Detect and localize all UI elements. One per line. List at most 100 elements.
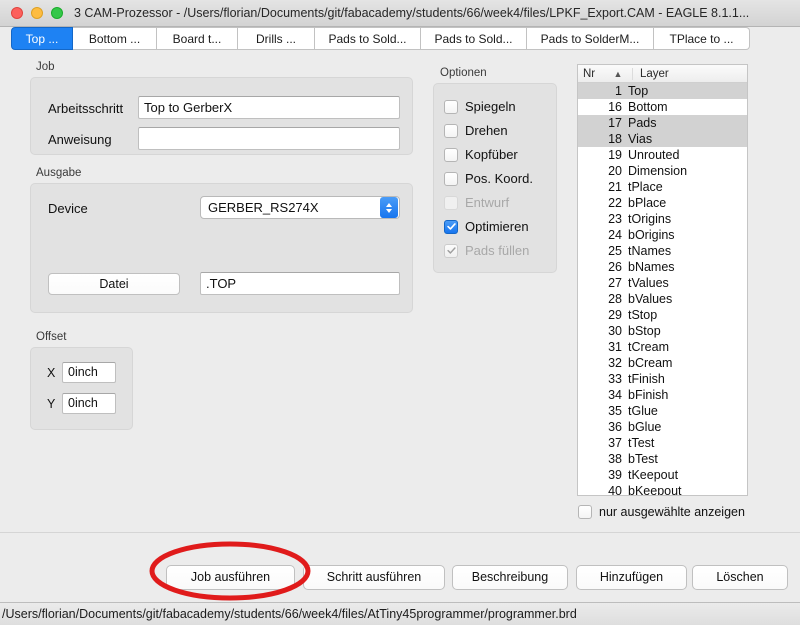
offset-y-input[interactable]: 0inch xyxy=(62,393,116,414)
table-row[interactable]: 18 Vias xyxy=(578,131,747,147)
offset-group-box xyxy=(30,347,133,430)
table-row[interactable]: 34 bFinish xyxy=(578,387,747,403)
tab-top[interactable]: Top ... xyxy=(11,27,73,50)
anweisung-input[interactable] xyxy=(138,127,400,150)
layer-number: 33 xyxy=(608,372,622,386)
chevron-updown-icon[interactable] xyxy=(380,197,398,218)
layer-name: bKeepout xyxy=(628,484,682,496)
table-row[interactable]: 27 tValues xyxy=(578,275,747,291)
statusbar: /Users/florian/Documents/git/fabacademy/… xyxy=(0,602,800,625)
layer-name: bFinish xyxy=(628,388,669,402)
checkbox-kopfueber[interactable]: Kopfüber xyxy=(444,147,518,162)
tab-bar: Top ... Bottom ... Board t... Drills ...… xyxy=(0,27,800,55)
schritt-ausfuehren-button[interactable]: Schritt ausführen xyxy=(303,565,445,590)
layer-number: 38 xyxy=(608,452,622,466)
tab-pads-to-solder-1[interactable]: Pads to Sold... xyxy=(315,27,421,50)
offset-x-input[interactable]: 0inch xyxy=(62,362,116,383)
table-row[interactable]: 20 Dimension xyxy=(578,163,747,179)
checkbox-pads-fuellen: Pads füllen xyxy=(444,243,529,258)
checkbox-spiegeln[interactable]: Spiegeln xyxy=(444,99,516,114)
layer-name: bNames xyxy=(628,260,675,274)
table-row[interactable]: 26 bNames xyxy=(578,259,747,275)
table-row[interactable]: 1 Top xyxy=(578,83,747,99)
checkbox-checked-icon[interactable] xyxy=(444,219,458,234)
loeschen-button[interactable]: Löschen xyxy=(692,565,788,590)
offset-x-label: X xyxy=(47,366,56,380)
checkbox-box-icon[interactable] xyxy=(444,147,458,162)
zoom-icon[interactable] xyxy=(51,7,63,19)
layer-number: 32 xyxy=(608,356,622,370)
table-row[interactable]: 28 bValues xyxy=(578,291,747,307)
window-title: 3 CAM-Prozessor - /Users/florian/Documen… xyxy=(74,6,750,20)
table-row[interactable]: 22 bPlace xyxy=(578,195,747,211)
tab-tplace-to[interactable]: TPlace to ... xyxy=(654,27,750,50)
checkbox-box-icon[interactable] xyxy=(444,171,458,186)
table-row[interactable]: 40 bKeepout xyxy=(578,483,747,496)
sort-ascending-icon[interactable]: ▲ xyxy=(604,69,632,79)
layer-name: Top xyxy=(628,84,649,98)
layer-table-body[interactable]: 1 Top 16 Bottom 17 Pads 18 Vias 19 Unrouted 20 Dime… xyxy=(578,83,747,495)
table-row[interactable]: 33 tFinish xyxy=(578,371,747,387)
table-row[interactable]: 29 tStop xyxy=(578,307,747,323)
table-row[interactable]: 30 bStop xyxy=(578,323,747,339)
layer-name: tTest xyxy=(628,436,655,450)
table-row[interactable]: 37 tTest xyxy=(578,435,747,451)
table-row[interactable]: 35 tGlue xyxy=(578,403,747,419)
layer-number: 28 xyxy=(608,292,622,306)
tab-board-to[interactable]: Board t... xyxy=(157,27,238,50)
arbeitsschritt-input[interactable]: Top to GerberX xyxy=(138,96,400,119)
table-row[interactable]: 21 tPlace xyxy=(578,179,747,195)
checkbox-label: Pos. Koord. xyxy=(465,171,533,186)
table-row[interactable]: 39 tKeepout xyxy=(578,467,747,483)
minimize-icon[interactable] xyxy=(31,7,43,19)
column-header-nr[interactable]: Nr xyxy=(578,68,604,80)
checkbox-pos-koord[interactable]: Pos. Koord. xyxy=(444,171,533,186)
device-select[interactable]: GERBER_RS274X xyxy=(200,196,400,219)
table-row[interactable]: 16 Bottom xyxy=(578,99,747,115)
layer-number: 39 xyxy=(608,468,622,482)
job-group-label: Job xyxy=(36,61,55,73)
table-row[interactable]: 24 bOrigins xyxy=(578,227,747,243)
table-row[interactable]: 38 bTest xyxy=(578,451,747,467)
checkbox-optimieren[interactable]: Optimieren xyxy=(444,219,529,234)
layer-table[interactable]: Nr ▲ Layer 1 Top 16 Bottom 17 Pads 18 Vias 19 Unr… xyxy=(577,64,748,496)
layer-number: 31 xyxy=(608,340,622,354)
checkbox-box-icon[interactable] xyxy=(444,123,458,138)
hinzufuegen-button[interactable]: Hinzufügen xyxy=(576,565,687,590)
table-row[interactable]: 19 Unrouted xyxy=(578,147,747,163)
arbeitsschritt-label: Arbeitsschritt xyxy=(48,101,124,116)
tab-pads-to-solder-2[interactable]: Pads to Sold... xyxy=(421,27,527,50)
checkbox-drehen[interactable]: Drehen xyxy=(444,123,508,138)
table-row[interactable]: 17 Pads xyxy=(578,115,747,131)
layer-number: 24 xyxy=(608,228,622,242)
layer-number: 26 xyxy=(608,260,622,274)
show-selected-only-row[interactable]: nur ausgewählte anzeigen xyxy=(578,505,745,519)
layer-number: 40 xyxy=(608,484,622,496)
column-header-layer[interactable]: Layer xyxy=(632,67,747,80)
checkbox-box-icon[interactable] xyxy=(578,505,592,519)
job-ausfuehren-button[interactable]: Job ausführen xyxy=(166,565,295,590)
layer-number: 20 xyxy=(608,164,622,178)
layer-number: 19 xyxy=(608,148,622,162)
layer-name: Bottom xyxy=(628,100,668,114)
table-row[interactable]: 25 tNames xyxy=(578,243,747,259)
datei-input[interactable]: .TOP xyxy=(200,272,400,295)
checkbox-box-icon[interactable] xyxy=(444,99,458,114)
layer-number: 21 xyxy=(608,180,622,194)
table-row[interactable]: 23 tOrigins xyxy=(578,211,747,227)
table-row[interactable]: 36 bGlue xyxy=(578,419,747,435)
window-controls xyxy=(0,7,63,19)
beschreibung-button[interactable]: Beschreibung xyxy=(452,565,568,590)
table-row[interactable]: 31 tCream xyxy=(578,339,747,355)
layer-name: tGlue xyxy=(628,404,658,418)
layer-name: tKeepout xyxy=(628,468,679,482)
close-icon[interactable] xyxy=(11,7,23,19)
tab-bottom[interactable]: Bottom ... xyxy=(73,27,157,50)
datei-button[interactable]: Datei xyxy=(48,273,180,295)
layer-name: bValues xyxy=(628,292,673,306)
table-row[interactable]: 32 bCream xyxy=(578,355,747,371)
tab-pads-to-soldermask[interactable]: Pads to SolderM... xyxy=(527,27,654,50)
tab-drills[interactable]: Drills ... xyxy=(238,27,315,50)
checkbox-checked-disabled-icon xyxy=(444,243,458,258)
checkbox-label: Spiegeln xyxy=(465,99,516,114)
